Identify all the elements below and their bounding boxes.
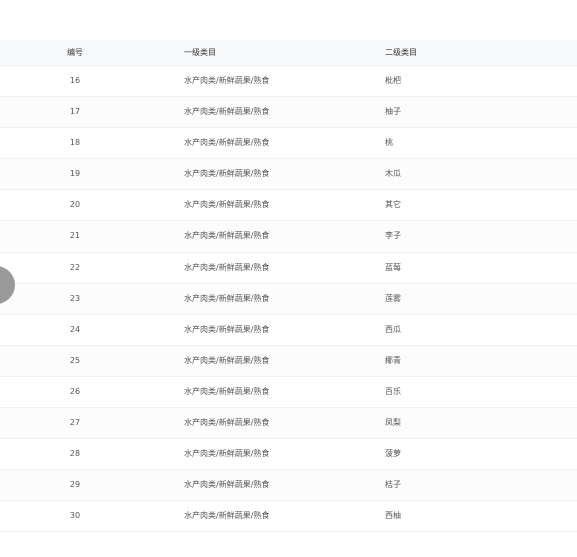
cell-level2-category: 李子 [385,231,401,241]
cell-level1-category: 水产肉类/新鲜蔬果/熟食 [184,200,270,210]
cell-level1-category: 水产肉类/新鲜蔬果/熟食 [184,169,270,179]
cell-level2-category: 百乐 [385,386,401,396]
table-row[interactable]: 29 水产肉类/新鲜蔬果/熟食 桔子 [0,470,577,502]
cell-id: 28 [69,449,81,459]
cell-id: 24 [69,324,81,334]
cell-level1-category: 水产肉类/新鲜蔬果/熟食 [184,386,270,396]
table-body: 16 水产肉类/新鲜蔬果/熟食 枇杷 17 水产肉类/新鲜蔬果/熟食 柚子 18 水产肉类/新… [0,66,577,533]
cell-level1-category: 水产肉类/新鲜蔬果/熟食 [184,449,270,459]
cell-id: 17 [69,107,81,117]
cell-level2-category: 西柚 [385,511,401,521]
cell-id: 18 [69,138,81,148]
cell-level2-category: 其它 [385,200,401,210]
cell-id: 21 [69,231,81,241]
table-row[interactable]: 25 水产肉类/新鲜蔬果/熟食 椰青 [0,345,577,377]
cell-level1-category: 水产肉类/新鲜蔬果/熟食 [184,511,270,521]
cell-level1-category: 水产肉类/新鲜蔬果/熟食 [184,480,270,490]
header-level2-category[interactable]: 二级类目 [385,40,417,65]
cell-level1-category: 水产肉类/新鲜蔬果/熟食 [184,231,270,241]
cell-id: 27 [69,418,81,428]
header-level1-category[interactable]: 一级类目 [184,40,216,65]
table-header: 编号 一级类目 二级类目 [0,40,577,66]
table-row[interactable]: 17 水产肉类/新鲜蔬果/熟食 柚子 [0,97,577,129]
cell-level1-category: 水产肉类/新鲜蔬果/熟食 [184,138,270,148]
table-row[interactable]: 22 水产肉类/新鲜蔬果/熟食 蓝莓 [0,252,577,284]
cell-id: 19 [69,169,81,179]
cell-level2-category: 菠萝 [385,449,401,459]
cell-level2-category: 椰青 [385,355,401,365]
cell-level1-category: 水产肉类/新鲜蔬果/熟食 [184,107,270,117]
cell-level2-category: 枇杷 [385,76,401,85]
page: 编号 一级类目 二级类目 16 水产肉类/新鲜蔬果/熟食 枇杷 17 水产肉类/新鲜蔬果… [0,0,577,557]
category-table: 编号 一级类目 二级类目 16 水产肉类/新鲜蔬果/熟食 枇杷 17 水产肉类/新鲜蔬果… [0,40,577,533]
cell-level2-category: 木瓜 [385,169,401,179]
cell-id: 26 [69,386,81,396]
table-row[interactable]: 21 水产肉类/新鲜蔬果/熟食 李子 [0,221,577,253]
table-row[interactable]: 30 水产肉类/新鲜蔬果/熟食 西柚 [0,501,577,533]
table-row[interactable]: 28 水产肉类/新鲜蔬果/熟食 菠萝 [0,439,577,471]
table-row[interactable]: 16 水产肉类/新鲜蔬果/熟食 枇杷 [0,66,577,98]
cell-id: 30 [69,511,81,521]
table-row[interactable]: 27 水产肉类/新鲜蔬果/熟食 凤梨 [0,408,577,440]
cell-id: 16 [69,76,81,85]
cell-id: 25 [69,355,81,365]
table-row[interactable]: 19 水产肉类/新鲜蔬果/熟食 木瓜 [0,159,577,191]
cell-level1-category: 水产肉类/新鲜蔬果/熟食 [184,418,270,428]
cell-id: 22 [69,262,81,272]
cell-level2-category: 桔子 [385,480,401,490]
cell-level1-category: 水产肉类/新鲜蔬果/熟食 [184,355,270,365]
cell-level2-category: 桃 [385,138,393,148]
cell-level1-category: 水产肉类/新鲜蔬果/熟食 [184,76,270,85]
cell-level2-category: 柚子 [385,107,401,117]
table-row[interactable]: 23 水产肉类/新鲜蔬果/熟食 莲雾 [0,283,577,315]
cell-level1-category: 水产肉类/新鲜蔬果/熟食 [184,324,270,334]
cell-id: 29 [69,480,81,490]
cell-id: 20 [69,200,81,210]
cell-id: 23 [69,293,81,303]
cell-level1-category: 水产肉类/新鲜蔬果/熟食 [184,293,270,303]
table-row[interactable]: 20 水产肉类/新鲜蔬果/熟食 其它 [0,190,577,222]
cell-level2-category: 西瓜 [385,324,401,334]
table-row[interactable]: 26 水产肉类/新鲜蔬果/熟食 百乐 [0,376,577,409]
cell-level2-category: 蓝莓 [385,262,401,272]
cell-level2-category: 凤梨 [385,418,401,428]
table-row[interactable]: 18 水产肉类/新鲜蔬果/熟食 桃 [0,128,577,160]
table-row[interactable]: 24 水产肉类/新鲜蔬果/熟食 西瓜 [0,314,577,346]
cell-level1-category: 水产肉类/新鲜蔬果/熟食 [184,262,270,272]
cell-level2-category: 莲雾 [385,293,401,303]
header-id[interactable]: 编号 [64,40,86,65]
